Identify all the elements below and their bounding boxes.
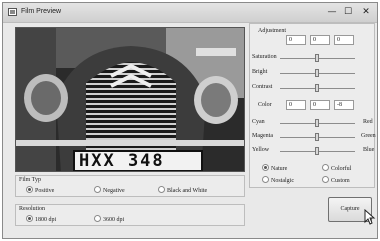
cyan-label: Cyan (252, 119, 265, 125)
bright-slider[interactable] (280, 69, 355, 77)
radio-custom-indicator[interactable] (322, 176, 329, 183)
cyan-red-slider-thumb[interactable] (315, 119, 319, 127)
blue-label: Blue (363, 147, 375, 153)
close-icon[interactable]: ✕ (359, 6, 373, 18)
radio-nature-indicator[interactable] (262, 164, 269, 171)
bright-slider-thumb[interactable] (315, 69, 319, 77)
color-value-2[interactable]: 0 (310, 100, 330, 110)
bright-label: Bright (252, 69, 268, 75)
radio-negative-indicator[interactable] (94, 186, 101, 193)
radio-nature-label: Nature (271, 165, 288, 172)
contrast-slider-thumb[interactable] (315, 84, 319, 92)
app-icon (8, 8, 17, 16)
adjustment-value-3[interactable]: 0 (334, 35, 354, 45)
radio-black-and-white-indicator[interactable] (158, 186, 165, 193)
adjustment-title: Adjustment (258, 28, 286, 34)
adjustment-panel: Adjustment 0 0 0 Saturation Bright Contr… (249, 23, 376, 188)
radio-custom-label: Custom (331, 177, 350, 184)
mouse-pointer-icon (364, 209, 376, 225)
yellow-blue-slider[interactable] (280, 147, 355, 155)
contrast-slider[interactable] (280, 84, 355, 92)
cyan-red-slider[interactable] (280, 119, 355, 127)
radio-black-and-white-label: Black and White (167, 187, 208, 194)
resolution-title: Resolution (19, 206, 46, 212)
magenta-green-slider[interactable] (280, 133, 355, 141)
radio-3600-dpi-indicator[interactable] (94, 215, 101, 222)
yellow-label: Yellow (252, 147, 270, 153)
minimize-icon[interactable]: — (325, 6, 339, 18)
saturation-slider-thumb[interactable] (315, 54, 319, 62)
color-value-1[interactable]: 0 (286, 100, 306, 110)
green-label: Green (361, 133, 376, 139)
radio-1800-dpi[interactable]: 1800 dpi (26, 215, 57, 223)
contrast-label: Contrast (252, 84, 273, 90)
film-type-title: Film Typ (19, 177, 41, 183)
adjustment-value-1[interactable]: 0 (286, 35, 306, 45)
radio-nostalgic-label: Nostalgic (271, 177, 294, 184)
color-value-3[interactable]: -8 (334, 100, 354, 110)
radio-custom[interactable]: Custom (322, 176, 350, 184)
adjustment-value-2[interactable]: 0 (310, 35, 330, 45)
saturation-slider[interactable] (280, 54, 355, 62)
radio-negative-label: Negative (103, 187, 125, 194)
radio-negative[interactable]: Negative (94, 186, 125, 194)
radio-1800-dpi-label: 1800 dpi (35, 216, 57, 223)
radio-nature[interactable]: Nature (262, 164, 288, 172)
radio-positive-indicator[interactable] (26, 186, 33, 193)
color-label: Color (258, 102, 272, 108)
film-type-group: Film Typ Positive Negative Black and Whi… (15, 175, 245, 197)
window-title: Film Preview (21, 8, 62, 15)
radio-nostalgic[interactable]: Nostalgic (262, 176, 294, 184)
maximize-icon[interactable]: ☐ (341, 6, 355, 18)
title-bar[interactable]: Film Preview — ☐ ✕ (3, 3, 377, 23)
yellow-blue-slider-thumb[interactable] (315, 147, 319, 155)
license-plate: HXX 348 (73, 150, 203, 171)
saturation-label: Saturation (252, 54, 277, 60)
radio-nostalgic-indicator[interactable] (262, 176, 269, 183)
magenta-label: Magenta (252, 133, 273, 139)
radio-black-and-white[interactable]: Black and White (158, 186, 208, 194)
radio-1800-dpi-indicator[interactable] (26, 215, 33, 222)
radio-3600-dpi[interactable]: 3600 dpi (94, 215, 125, 223)
radio-positive[interactable]: Positive (26, 186, 55, 194)
film-preview-image: HXX 348 (15, 27, 245, 172)
radio-positive-label: Positive (35, 187, 55, 194)
magenta-green-slider-thumb[interactable] (315, 133, 319, 141)
radio-colorful-indicator[interactable] (322, 164, 329, 171)
film-preview-window: Film Preview — ☐ ✕ HXX 348 Film Typ Posi… (2, 2, 378, 239)
radio-colorful[interactable]: Colorful (322, 164, 352, 172)
radio-3600-dpi-label: 3600 dpi (103, 216, 125, 223)
red-label: Red (363, 119, 373, 125)
resolution-group: Resolution 1800 dpi 3600 dpi (15, 204, 245, 226)
radio-colorful-label: Colorful (331, 165, 352, 172)
